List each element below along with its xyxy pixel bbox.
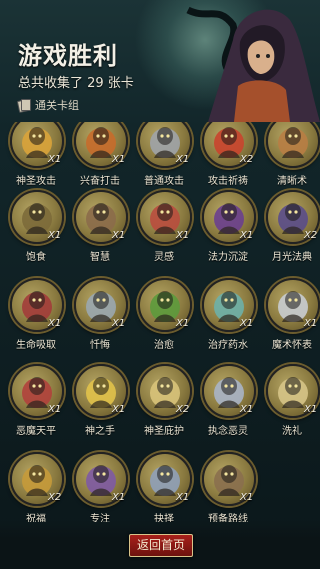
card-count: X1 bbox=[240, 318, 254, 329]
card-grid[interactable]: X1 神圣攻击 X1 兴奋打击 X1 普通攻击 X2 攻击祈祷 清晰术 X1 饱食 X1 智慧 X1 灵感 X… bbox=[0, 122, 320, 522]
card-name: 智慧 bbox=[90, 252, 110, 263]
card-count: X1 bbox=[112, 492, 126, 503]
card-item[interactable]: X2 月光法典 bbox=[260, 186, 320, 266]
hooded-witch-illustration bbox=[186, 6, 320, 122]
card-name: 治疗药水 bbox=[208, 340, 248, 351]
page-title: 游戏胜利 bbox=[18, 42, 118, 70]
card-item[interactable]: X1 执念恶灵 bbox=[196, 360, 260, 440]
card-item[interactable]: X1 抉择 bbox=[132, 448, 196, 522]
card-item[interactable]: X1 兴奋打击 bbox=[68, 122, 132, 190]
clarity-icon bbox=[266, 122, 320, 168]
card-deck-icon bbox=[16, 99, 31, 113]
card-name: 法力沉淀 bbox=[208, 252, 248, 263]
card-count: X1 bbox=[48, 154, 62, 165]
card-name: 饱食 bbox=[26, 252, 46, 263]
card-item[interactable]: X1 神之手 bbox=[68, 360, 132, 440]
card-item[interactable]: X1 魔术怀表 bbox=[260, 274, 320, 354]
card-name: 洗礼 bbox=[282, 426, 302, 437]
card-item[interactable]: X1 忏悔 bbox=[68, 274, 132, 354]
card-count: X1 bbox=[112, 404, 126, 415]
card-name: 治愈 bbox=[154, 340, 174, 351]
card-name: 神之手 bbox=[85, 426, 115, 437]
card-name: 攻击祈祷 bbox=[208, 176, 248, 187]
card-item[interactable]: X2 祝福 bbox=[4, 448, 68, 522]
card-item[interactable]: X2 神圣庇护 bbox=[132, 360, 196, 440]
final-deck-heading: 通关卡组 bbox=[16, 97, 79, 113]
card-item[interactable]: X1 治愈 bbox=[132, 274, 196, 354]
card-count: X1 bbox=[112, 154, 126, 165]
card-name: 神圣攻击 bbox=[16, 176, 56, 187]
card-item[interactable]: X1 神圣攻击 bbox=[4, 122, 68, 190]
card-count: X1 bbox=[176, 318, 190, 329]
card-count: X1 bbox=[304, 404, 318, 415]
card-count: X1 bbox=[48, 404, 62, 415]
card-name: 灵感 bbox=[154, 252, 174, 263]
card-count: X1 bbox=[112, 318, 126, 329]
final-deck-label: 通关卡组 bbox=[35, 99, 79, 112]
card-name: 清晰术 bbox=[277, 176, 307, 187]
card-item[interactable]: X1 灵感 bbox=[132, 186, 196, 266]
back-to-home-button[interactable]: 返回首页 bbox=[129, 534, 193, 557]
card-name: 执念恶灵 bbox=[208, 426, 248, 437]
card-count: X2 bbox=[304, 230, 318, 241]
card-count: X1 bbox=[176, 230, 190, 241]
card-item[interactable]: X1 恶魔天平 bbox=[4, 360, 68, 440]
victory-header: 游戏胜利 总共收集了 29 张卡 通关卡组 bbox=[0, 0, 320, 122]
card-name: 恶魔天平 bbox=[16, 426, 56, 437]
card-count: X1 bbox=[48, 318, 62, 329]
card-item[interactable]: X1 饱食 bbox=[4, 186, 68, 266]
card-count: X1 bbox=[240, 492, 254, 503]
cards-collected-text: 总共收集了 29 张卡 bbox=[18, 76, 134, 91]
card-count: X1 bbox=[240, 404, 254, 415]
card-item[interactable]: 清晰术 bbox=[260, 122, 320, 190]
card-count: X1 bbox=[176, 154, 190, 165]
card-name: 生命吸取 bbox=[16, 340, 56, 351]
card-item[interactable]: X1 生命吸取 bbox=[4, 274, 68, 354]
card-name: 月光法典 bbox=[272, 252, 312, 263]
card-count: X2 bbox=[240, 154, 254, 165]
card-item[interactable]: X1 预备路线 bbox=[196, 448, 260, 522]
card-name: 忏悔 bbox=[90, 340, 110, 351]
card-name: 兴奋打击 bbox=[80, 176, 120, 187]
card-count: X1 bbox=[112, 230, 126, 241]
card-count: X1 bbox=[176, 492, 190, 503]
card-item[interactable]: X1 法力沉淀 bbox=[196, 186, 260, 266]
card-item[interactable]: X1 普通攻击 bbox=[132, 122, 196, 190]
card-name: 魔术怀表 bbox=[272, 340, 312, 351]
card-count: X2 bbox=[48, 492, 62, 503]
card-count: X1 bbox=[48, 230, 62, 241]
card-count: X2 bbox=[176, 404, 190, 415]
card-item[interactable]: X1 洗礼 bbox=[260, 360, 320, 440]
card-count: X1 bbox=[304, 318, 318, 329]
card-name: 普通攻击 bbox=[144, 176, 184, 187]
card-item[interactable]: X1 专注 bbox=[68, 448, 132, 522]
card-name: 神圣庇护 bbox=[144, 426, 184, 437]
card-count: X1 bbox=[240, 230, 254, 241]
card-item[interactable]: X1 智慧 bbox=[68, 186, 132, 266]
card-item[interactable]: X1 治疗药水 bbox=[196, 274, 260, 354]
card-item[interactable]: X2 攻击祈祷 bbox=[196, 122, 260, 190]
